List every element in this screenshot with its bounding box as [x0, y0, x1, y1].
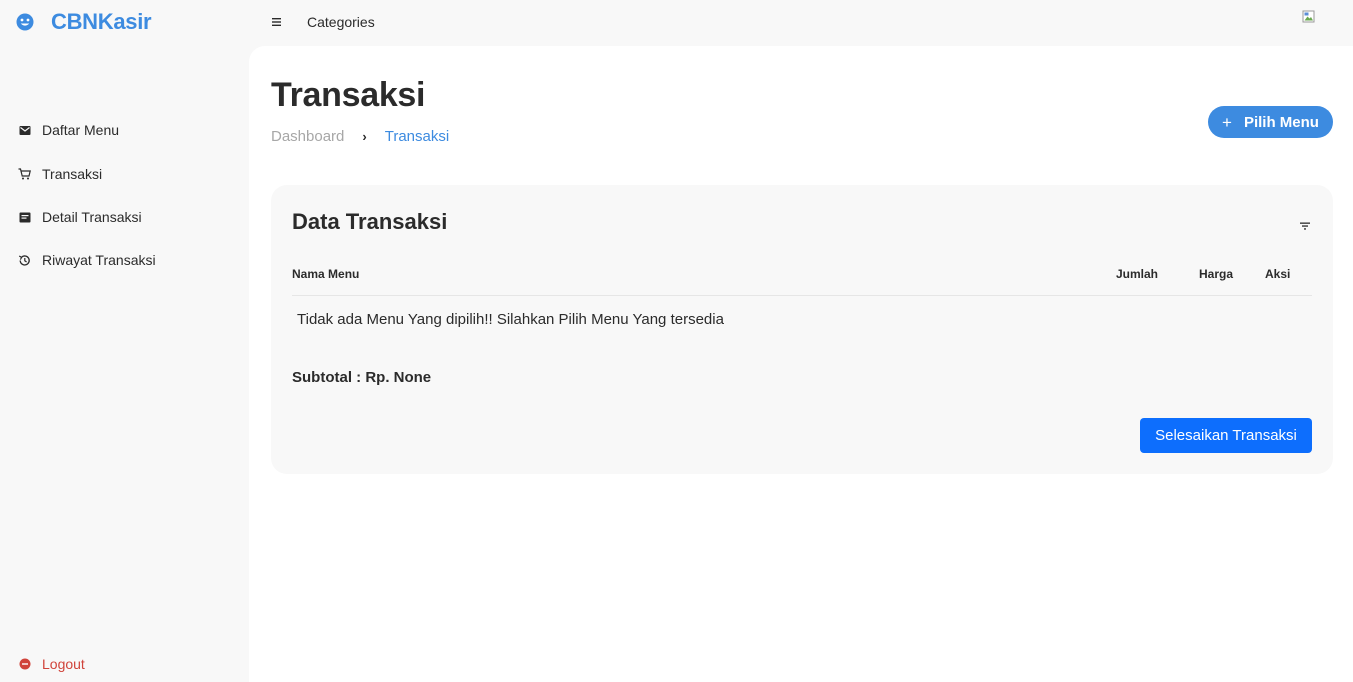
breadcrumb-dashboard[interactable]: Dashboard [271, 128, 344, 145]
top-navbar: CBNKasir Categories [0, 0, 1353, 46]
breadcrumb-separator-icon: › [362, 129, 367, 144]
column-header-harga: Harga [1199, 267, 1234, 281]
hamburger-icon[interactable] [270, 14, 284, 30]
plus-icon: + [1222, 112, 1232, 132]
app-root: CBNKasir Categories Daftar Menu Transaks… [0, 0, 1353, 682]
sidebar-item-detail-transaksi[interactable]: Detail Transaksi [18, 207, 142, 227]
page-title: Transaksi [271, 76, 426, 114]
logout-icon [18, 658, 31, 671]
table-divider [292, 295, 1312, 296]
card-title: Data Transaksi [292, 209, 448, 234]
pilih-menu-button[interactable]: + Pilih Menu [1208, 106, 1333, 138]
cart-icon [18, 168, 31, 181]
brand[interactable]: CBNKasir [15, 9, 152, 35]
logout-button[interactable]: Logout [18, 654, 85, 674]
brand-name: CBNKasir [51, 9, 152, 34]
sidebar-item-riwayat-transaksi[interactable]: Riwayat Transaksi [18, 250, 156, 270]
broken-image-avatar-icon[interactable] [1302, 8, 1318, 24]
empty-table-message: Tidak ada Menu Yang dipilih!! Silahkan P… [297, 311, 724, 328]
column-header-aksi: Aksi [1265, 267, 1291, 281]
filter-icon[interactable] [1299, 221, 1311, 231]
breadcrumb: Dashboard › Transaksi [271, 128, 449, 145]
categories-link[interactable]: Categories [307, 14, 375, 30]
history-icon [18, 254, 31, 267]
pilih-menu-label: Pilih Menu [1243, 113, 1319, 131]
sidebar-item-daftar-menu[interactable]: Daftar Menu [18, 120, 119, 140]
smiley-logo-icon [16, 13, 34, 31]
receipt-icon [18, 211, 31, 224]
selesaikan-transaksi-button[interactable]: Selesaikan Transaksi [1140, 418, 1312, 453]
breadcrumb-current: Transaksi [384, 128, 450, 145]
column-header-nama-menu: Nama Menu [292, 267, 360, 281]
sidebar-item-transaksi[interactable]: Transaksi [18, 164, 102, 184]
mail-icon [18, 124, 31, 137]
subtotal-text: Subtotal : Rp. None [292, 369, 432, 386]
column-header-jumlah: Jumlah [1116, 267, 1159, 281]
sidebar-item-label: Riwayat Transaksi [42, 252, 156, 268]
sidebar-item-label: Transaksi [42, 166, 103, 182]
sidebar-item-label: Detail Transaksi [42, 209, 142, 225]
transaction-card: Data Transaksi Nama Menu Jumlah Harga Ak… [271, 185, 1333, 474]
main-content: Transaksi Dashboard › Transaksi + Pilih … [249, 46, 1353, 682]
sidebar-item-label: Daftar Menu [42, 122, 120, 138]
sidebar: Daftar Menu Transaksi Detail Transaksi R… [0, 46, 249, 682]
logout-label: Logout [42, 656, 85, 672]
